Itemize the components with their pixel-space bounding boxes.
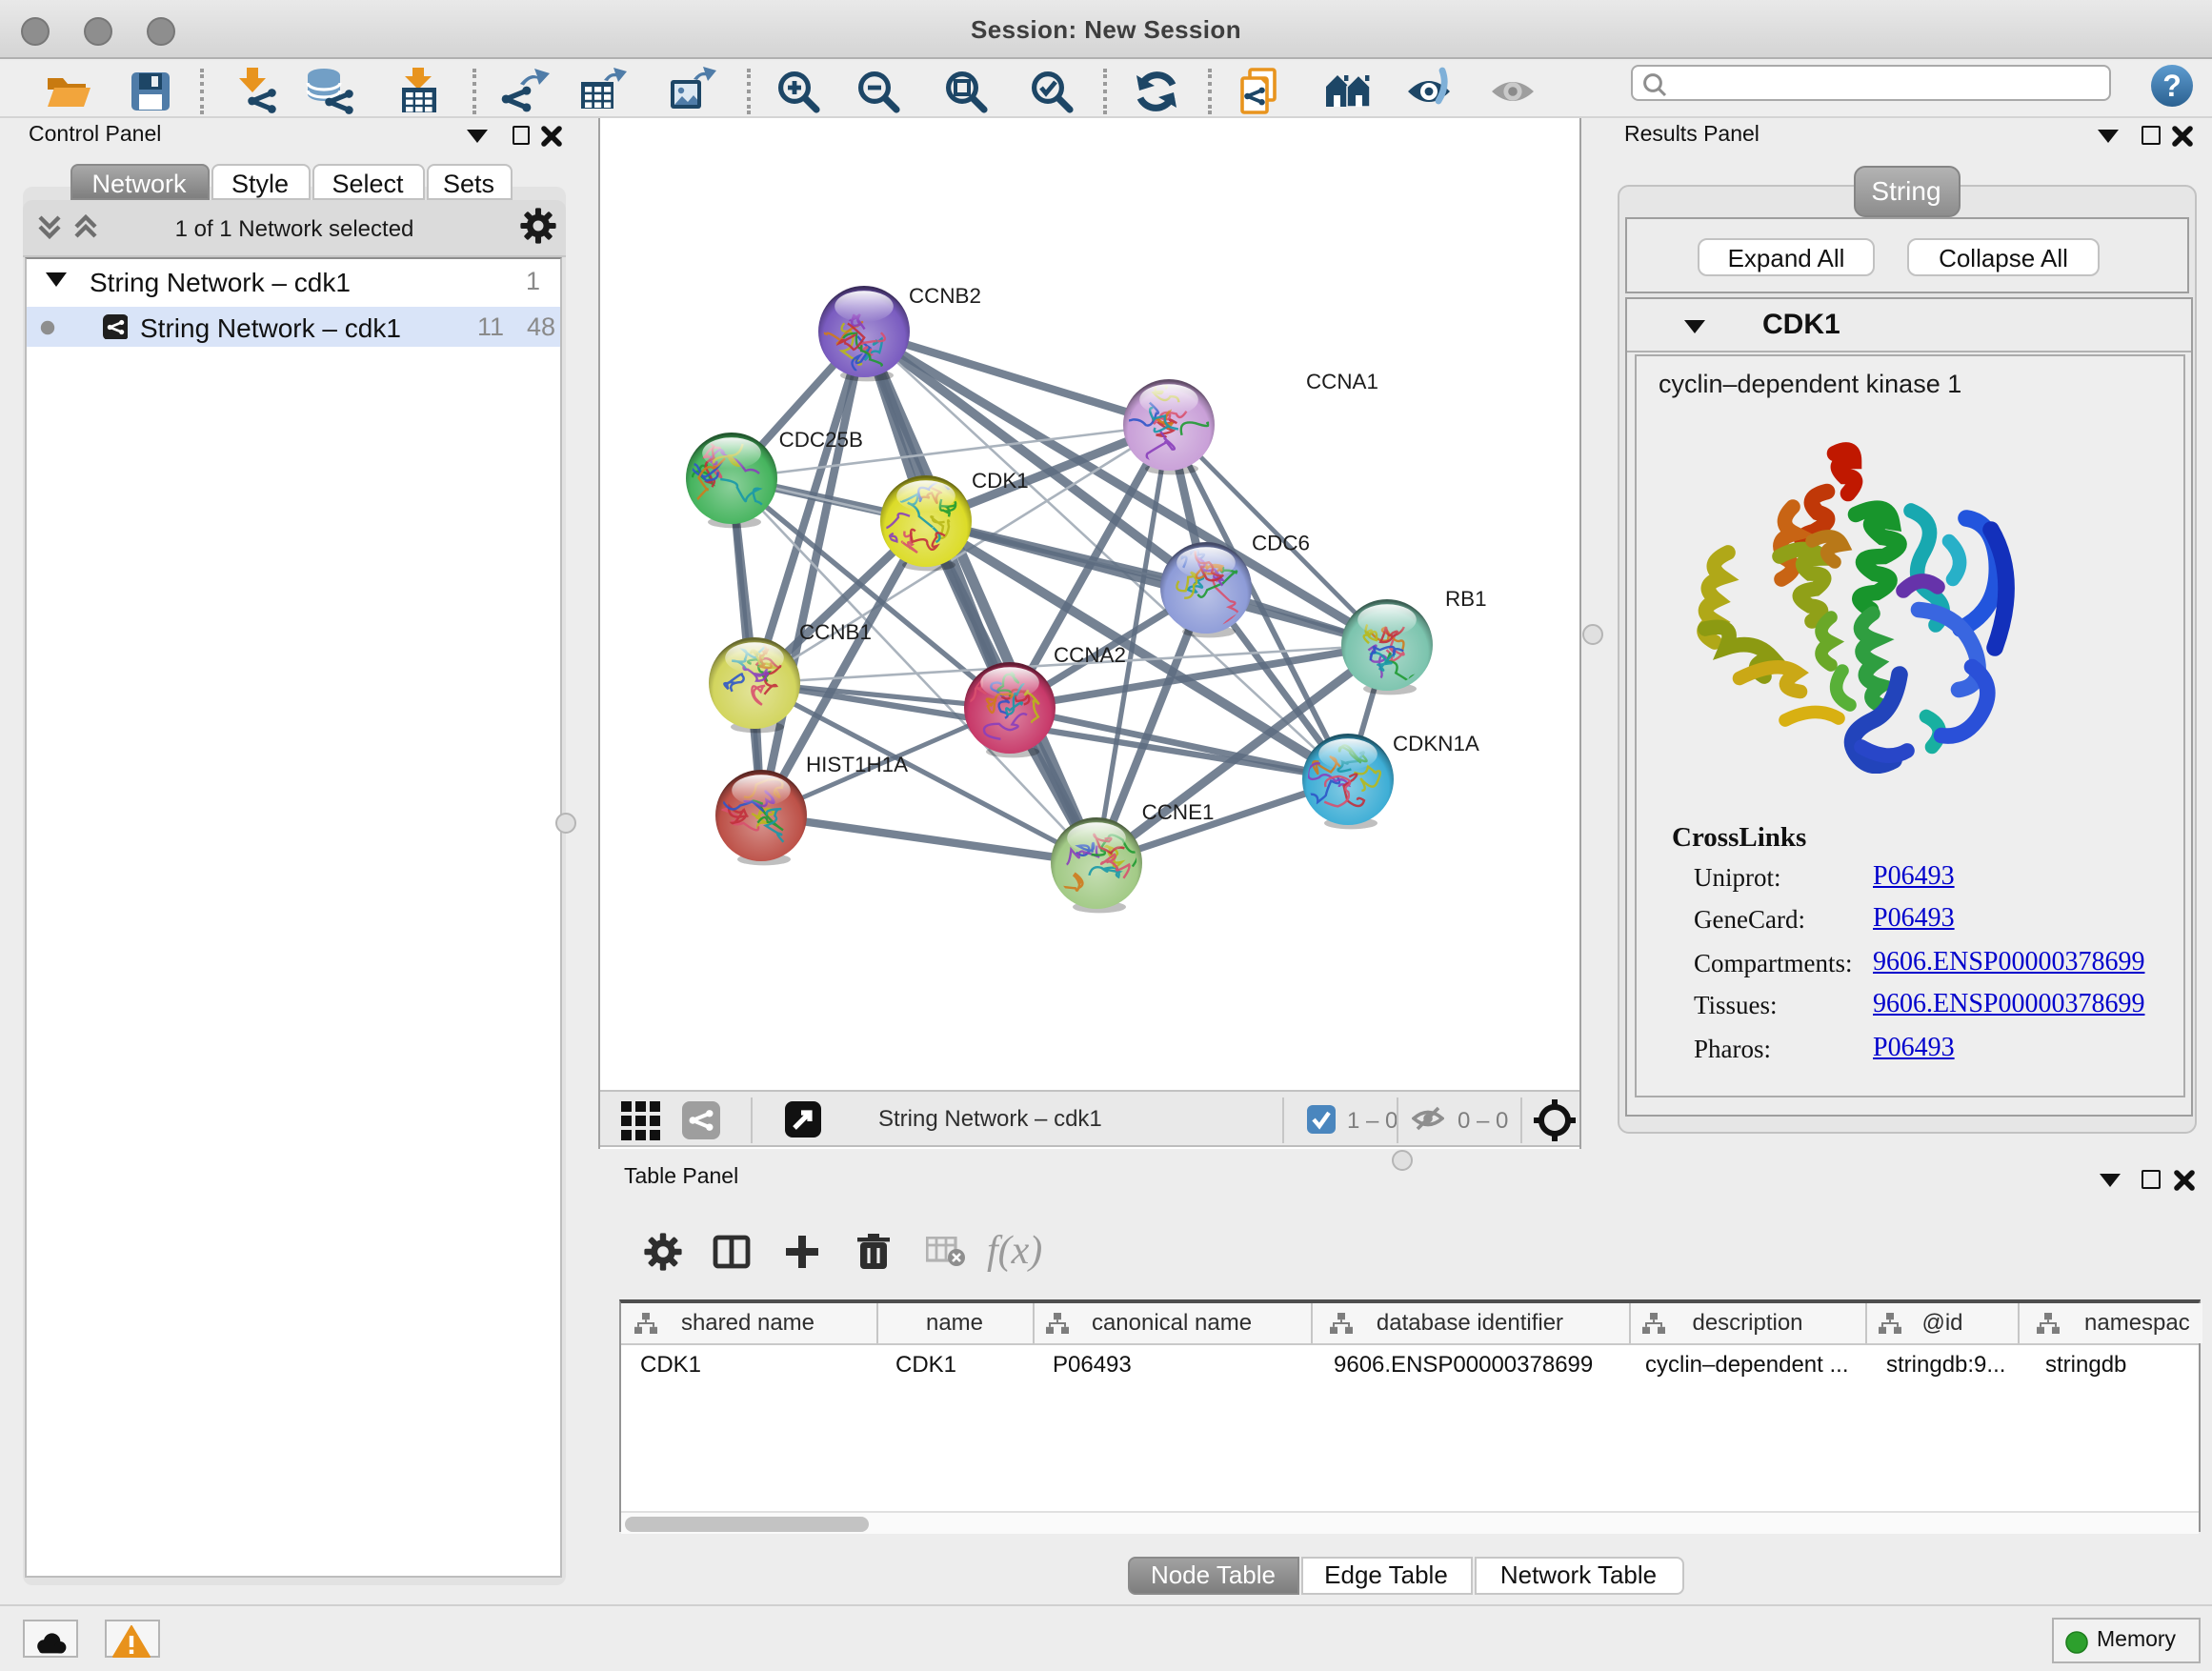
svg-text:CDKN1A: CDKN1A xyxy=(1393,732,1479,755)
svg-text:?: ? xyxy=(2162,68,2182,102)
svg-text:RB1: RB1 xyxy=(1445,587,1487,611)
svg-text:CCNB2: CCNB2 xyxy=(909,284,981,308)
svg-text:CCNB1: CCNB1 xyxy=(799,620,872,644)
svg-text:HIST1H1A: HIST1H1A xyxy=(806,753,908,776)
svg-text:CDC25B: CDC25B xyxy=(779,428,863,452)
svg-text:CCNA2: CCNA2 xyxy=(1054,643,1126,667)
svg-text:CDK1: CDK1 xyxy=(972,469,1029,493)
svg-text:CCNE1: CCNE1 xyxy=(1142,800,1215,824)
svg-text:CCNA1: CCNA1 xyxy=(1306,370,1378,393)
svg-text:CDC6: CDC6 xyxy=(1252,531,1310,554)
